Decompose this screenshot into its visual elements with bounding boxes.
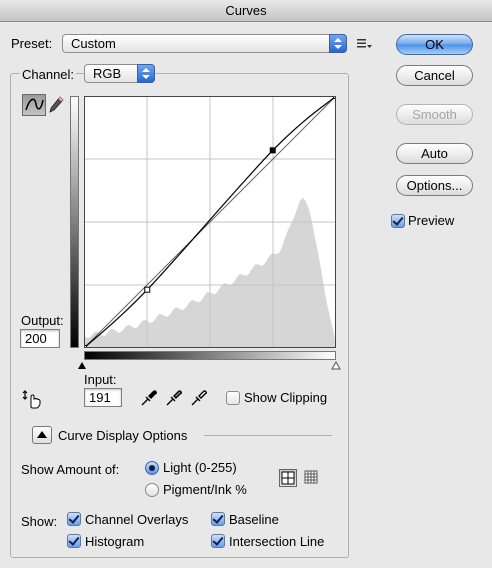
input-label: Input:: [84, 372, 117, 387]
pigment-label: Pigment/Ink %: [163, 482, 247, 497]
channel-overlays-label: Channel Overlays: [85, 512, 189, 527]
intersection-line-label: Intersection Line: [229, 534, 325, 549]
presets-menu-icon[interactable]: [357, 37, 373, 51]
black-eyedropper-icon[interactable]: [140, 389, 158, 407]
show-amount-label: Show Amount of:: [21, 462, 120, 477]
auto-button[interactable]: Auto: [396, 143, 473, 164]
curve-tool-button[interactable]: [22, 94, 46, 116]
smooth-button[interactable]: Smooth: [396, 104, 473, 125]
input-field[interactable]: 191: [84, 388, 122, 407]
baseline-label: Baseline: [229, 512, 279, 527]
curve-display-options-toggle[interactable]: [32, 426, 52, 444]
show-clipping-label: Show Clipping: [244, 390, 328, 405]
channel-overlays-checkbox[interactable]: [67, 512, 81, 526]
ok-button[interactable]: OK: [396, 34, 473, 55]
black-point-slider[interactable]: [77, 361, 87, 370]
separator: [204, 435, 332, 436]
histogram-label: Histogram: [85, 534, 145, 549]
output-label: Output:: [21, 313, 64, 328]
pencil-tool-button[interactable]: [48, 96, 64, 114]
curve-display-options-label: Curve Display Options: [58, 428, 188, 443]
pencil-icon: [49, 96, 64, 113]
preset-stepper-icon: [329, 34, 347, 53]
preset-select[interactable]: Custom: [62, 34, 347, 53]
preview-checkbox[interactable]: [391, 214, 405, 228]
channel-value: RGB: [93, 66, 122, 81]
detailed-grid-icon: [304, 470, 318, 484]
pigment-radio[interactable]: [145, 483, 159, 497]
preview-label: Preview: [408, 213, 455, 228]
gray-eyedropper-icon[interactable]: [165, 389, 183, 407]
simple-grid-button[interactable]: [279, 469, 297, 487]
histogram-checkbox[interactable]: [67, 534, 81, 548]
curve-point[interactable]: [144, 286, 151, 293]
options-button[interactable]: Options...: [396, 175, 473, 196]
light-radio[interactable]: [145, 461, 159, 475]
white-eyedropper-icon[interactable]: [190, 389, 208, 407]
channel-select[interactable]: RGB: [84, 64, 155, 83]
cancel-button[interactable]: Cancel: [396, 65, 473, 86]
output-gradient-bar: [70, 96, 79, 348]
show-clipping-checkbox[interactable]: [226, 391, 240, 405]
preset-value: Custom: [71, 36, 116, 51]
curve-icon: [25, 98, 44, 111]
baseline-checkbox[interactable]: [211, 512, 225, 526]
channel-stepper-icon: [137, 64, 155, 83]
curve-point[interactable]: [269, 147, 276, 154]
preset-label: Preset:: [11, 36, 53, 51]
white-point-slider[interactable]: [331, 361, 341, 370]
triangle-up-icon: [37, 431, 47, 438]
window-title: Curves: [225, 3, 267, 18]
channel-label: Channel:: [20, 67, 77, 82]
output-field[interactable]: 200: [20, 329, 60, 348]
intersection-line-checkbox[interactable]: [211, 534, 225, 548]
title-bar: Curves: [0, 0, 492, 22]
light-label: Light (0-255): [163, 460, 237, 475]
show-label: Show:: [21, 514, 58, 529]
on-image-adjust-icon[interactable]: [22, 389, 44, 409]
detailed-grid-button[interactable]: [303, 469, 321, 487]
input-gradient-bar: [84, 351, 336, 360]
curve-graph[interactable]: [84, 96, 336, 348]
simple-grid-icon: [281, 471, 295, 485]
